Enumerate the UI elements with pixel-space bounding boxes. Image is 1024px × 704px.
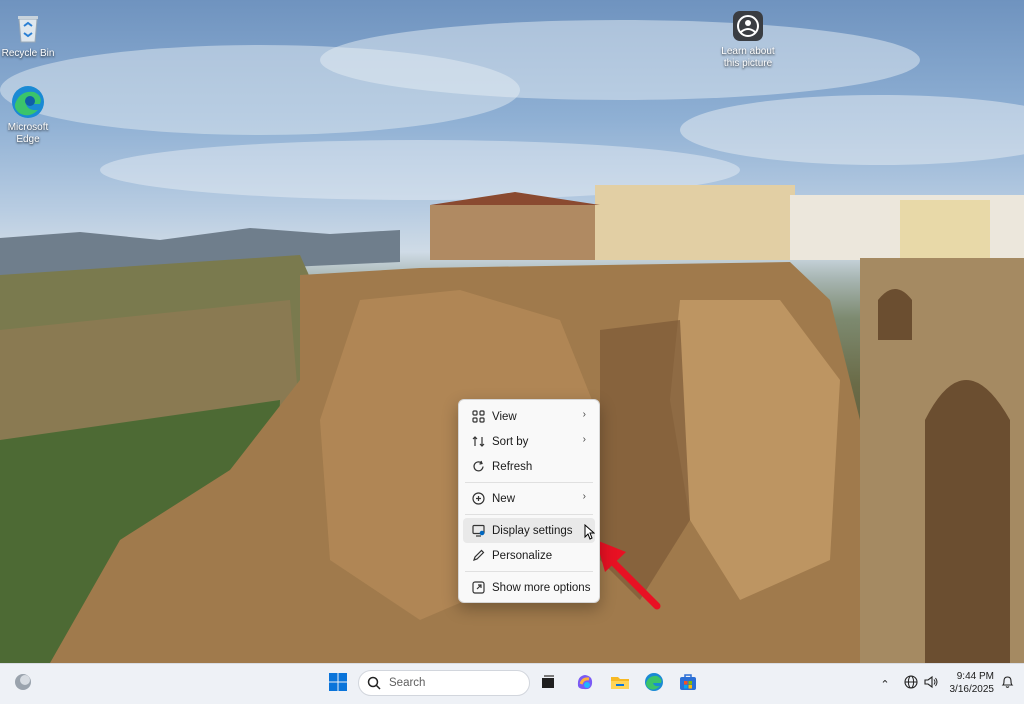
edge-icon <box>644 672 664 697</box>
store-icon <box>679 673 697 696</box>
taskbar-search-box[interactable]: Search <box>358 670 530 696</box>
camera-info-icon <box>730 8 766 44</box>
desktop-icon-label: Recycle Bin <box>1 48 55 59</box>
taskbar: Search ⌃ 9:44 PM 3/16/2025 <box>0 663 1024 704</box>
start-button[interactable] <box>326 672 350 696</box>
chevron-up-icon: ⌃ <box>880 678 890 691</box>
sort-icon <box>471 435 485 449</box>
speaker-icon <box>923 675 939 694</box>
network-button[interactable] <box>900 672 922 696</box>
refresh-icon <box>471 460 485 474</box>
chevron-right-icon: › <box>582 491 586 502</box>
menu-item-label: View <box>492 410 517 423</box>
menu-divider <box>465 482 593 483</box>
menu-divider <box>465 514 593 515</box>
menu-item-personalize[interactable]: Personalize <box>463 543 595 568</box>
mouse-cursor-icon <box>584 523 596 543</box>
clock[interactable]: 9:44 PM 3/16/2025 <box>950 670 995 696</box>
show-hidden-icons-button[interactable]: ⌃ <box>874 672 896 696</box>
start-icon <box>328 672 348 697</box>
search-icon <box>367 676 381 690</box>
menu-item-view[interactable]: View › <box>463 404 595 429</box>
widgets-button[interactable] <box>11 672 35 696</box>
menu-divider <box>465 571 593 572</box>
clock-date: 3/16/2025 <box>949 684 995 695</box>
menu-item-show-more-options[interactable]: Show more options <box>463 575 595 600</box>
menu-item-sort-by[interactable]: Sort by › <box>463 429 595 454</box>
clock-time: 9:44 PM <box>956 671 994 682</box>
task-view-icon <box>539 673 557 696</box>
desktop-context-menu: View › Sort by › Refresh New › Display s… <box>458 399 600 603</box>
copilot-icon <box>575 672 595 697</box>
desktop-icon-label: Learn about this picture <box>721 46 775 69</box>
menu-item-label: Personalize <box>492 549 553 562</box>
widgets-icon <box>13 672 33 697</box>
globe-icon <box>904 674 918 694</box>
menu-item-new[interactable]: New › <box>463 486 595 511</box>
edge-taskbar-button[interactable] <box>642 672 666 696</box>
menu-item-display-settings[interactable]: Display settings <box>463 518 596 543</box>
chevron-right-icon: › <box>582 434 586 445</box>
grid-icon <box>471 410 485 424</box>
search-placeholder: Search <box>389 677 426 689</box>
task-view-button[interactable] <box>536 672 560 696</box>
desktop-icon-learn-about-picture[interactable]: Learn about this picture <box>716 8 780 70</box>
desktop-icon-label: Microsoft Edge <box>7 122 49 145</box>
file-explorer-button[interactable] <box>608 672 632 696</box>
menu-item-label: Sort by <box>492 435 529 448</box>
menu-item-label: Refresh <box>492 460 533 473</box>
volume-button[interactable] <box>920 672 942 696</box>
expand-icon <box>471 581 485 595</box>
edge-icon <box>10 84 46 120</box>
menu-item-label: Show more options <box>492 581 591 594</box>
menu-item-refresh[interactable]: Refresh <box>463 454 595 479</box>
pen-icon <box>471 549 485 563</box>
plus-circle-icon <box>471 492 485 506</box>
display-settings-icon <box>471 524 485 538</box>
desktop-icon-recycle-bin[interactable]: Recycle Bin <box>0 10 60 60</box>
file-explorer-icon <box>610 672 630 697</box>
chevron-right-icon: › <box>582 409 586 420</box>
menu-item-label: New <box>492 492 516 505</box>
copilot-button[interactable] <box>573 672 597 696</box>
desktop-icon-edge[interactable]: Microsoft Edge <box>0 84 60 146</box>
notifications-button[interactable] <box>996 672 1018 696</box>
bell-icon <box>1001 675 1014 694</box>
recycle-bin-icon <box>10 10 46 46</box>
store-button[interactable] <box>676 672 700 696</box>
menu-item-label: Display settings <box>492 524 573 537</box>
